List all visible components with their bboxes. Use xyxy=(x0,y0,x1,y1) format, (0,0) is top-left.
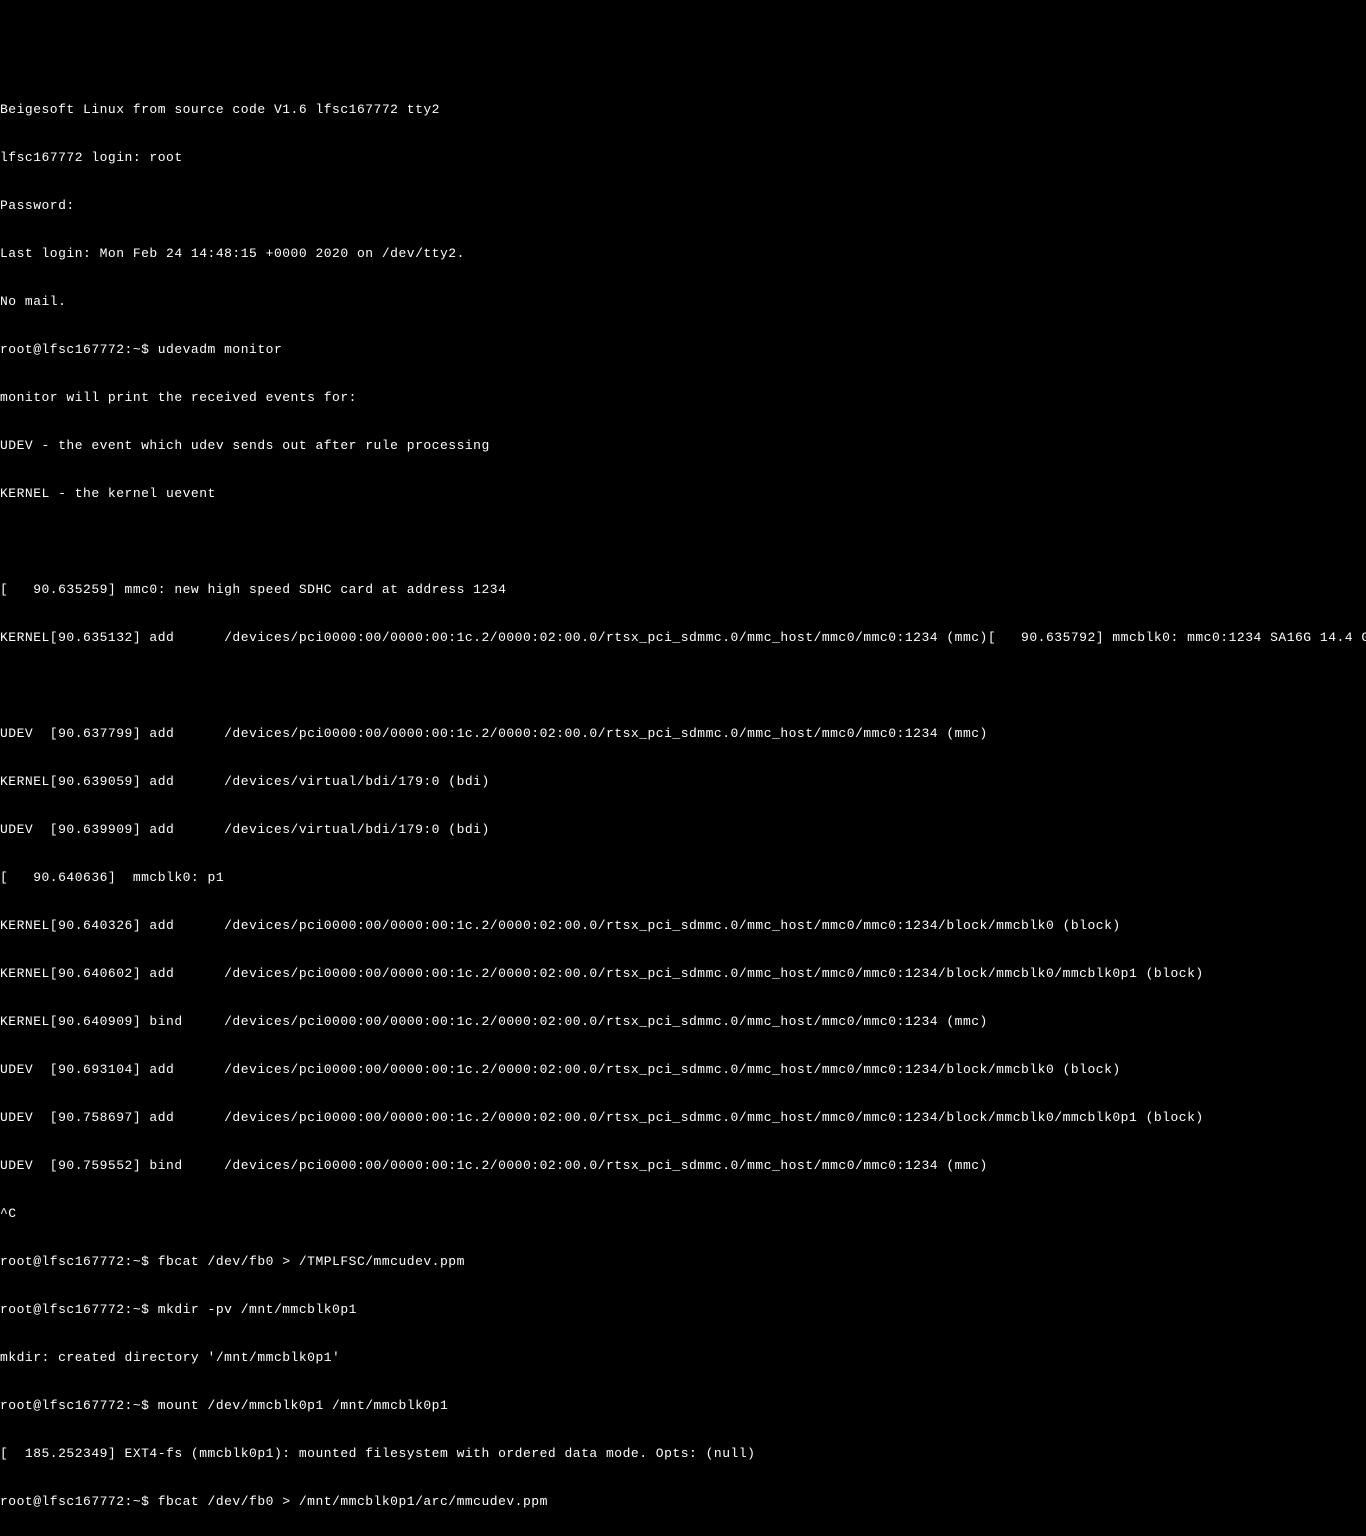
terminal-line: UDEV [90.693104] add /devices/pci0000:00… xyxy=(0,1062,1366,1078)
terminal-line: mkdir: created directory '/mnt/mmcblk0p1… xyxy=(0,1350,1366,1366)
terminal-line: root@lfsc167772:~$ udevadm monitor xyxy=(0,342,1366,358)
terminal-line: No mail. xyxy=(0,294,1366,310)
terminal-line: KERNEL - the kernel uevent xyxy=(0,486,1366,502)
terminal-line: lfsc167772 login: root xyxy=(0,150,1366,166)
terminal-line: root@lfsc167772:~$ mkdir -pv /mnt/mmcblk… xyxy=(0,1302,1366,1318)
terminal-line: ^C xyxy=(0,1206,1366,1222)
terminal-line: UDEV [90.758697] add /devices/pci0000:00… xyxy=(0,1110,1366,1126)
terminal-line xyxy=(0,678,1366,694)
terminal-line: monitor will print the received events f… xyxy=(0,390,1366,406)
terminal-line: KERNEL[90.635132] add /devices/pci0000:0… xyxy=(0,630,1366,646)
terminal-line: KERNEL[90.639059] add /devices/virtual/b… xyxy=(0,774,1366,790)
terminal-line: Last login: Mon Feb 24 14:48:15 +0000 20… xyxy=(0,246,1366,262)
terminal-line: UDEV [90.639909] add /devices/virtual/bd… xyxy=(0,822,1366,838)
terminal-line: [ 90.635259] mmc0: new high speed SDHC c… xyxy=(0,582,1366,598)
terminal-line: KERNEL[90.640326] add /devices/pci0000:0… xyxy=(0,918,1366,934)
terminal-line: KERNEL[90.640602] add /devices/pci0000:0… xyxy=(0,966,1366,982)
terminal-line: Beigesoft Linux from source code V1.6 lf… xyxy=(0,102,1366,118)
terminal-line: KERNEL[90.640909] bind /devices/pci0000:… xyxy=(0,1014,1366,1030)
terminal-line xyxy=(0,534,1366,550)
terminal-line: root@lfsc167772:~$ fbcat /dev/fb0 > /mnt… xyxy=(0,1494,1366,1510)
terminal-line: root@lfsc167772:~$ fbcat /dev/fb0 > /TMP… xyxy=(0,1254,1366,1270)
terminal-line: [ 185.252349] EXT4-fs (mmcblk0p1): mount… xyxy=(0,1446,1366,1462)
terminal-line: UDEV - the event which udev sends out af… xyxy=(0,438,1366,454)
terminal-output[interactable]: Beigesoft Linux from source code V1.6 lf… xyxy=(0,70,1366,1526)
terminal-line: Password: xyxy=(0,198,1366,214)
terminal-line: root@lfsc167772:~$ mount /dev/mmcblk0p1 … xyxy=(0,1398,1366,1414)
terminal-line: [ 90.640636] mmcblk0: p1 xyxy=(0,870,1366,886)
terminal-line: UDEV [90.759552] bind /devices/pci0000:0… xyxy=(0,1158,1366,1174)
terminal-line: UDEV [90.637799] add /devices/pci0000:00… xyxy=(0,726,1366,742)
